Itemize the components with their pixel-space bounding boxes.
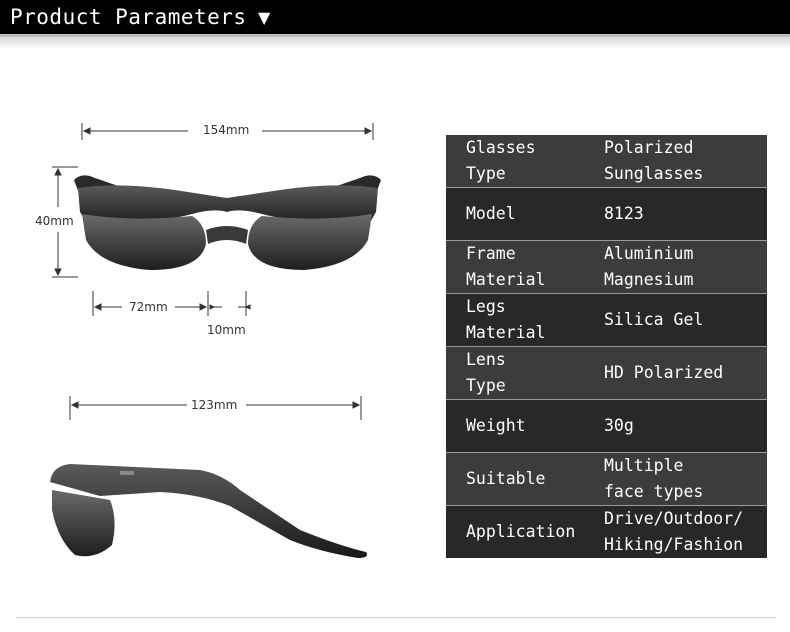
spec-value: Multiple face types <box>604 456 704 501</box>
glasses-side-view <box>50 464 367 558</box>
spec-label: Model <box>466 204 516 223</box>
bottom-divider <box>16 617 776 618</box>
bridge-dimension-line <box>209 291 251 316</box>
spec-label: Weight <box>466 416 526 435</box>
spec-row: Weight 30g <box>446 399 767 452</box>
spec-row: Frame Material Aluminium Magnesium <box>446 240 767 293</box>
specs-table: Glasses Type Polarized Sunglasses Model … <box>446 135 767 558</box>
spec-row: Lens Type HD Polarized <box>446 346 767 399</box>
spec-value: HD Polarized <box>604 363 724 382</box>
spec-value: Drive/Outdoor/ Hiking/Fashion <box>604 509 744 554</box>
total-width-label: 154mm <box>203 123 250 137</box>
spec-row: Glasses Type Polarized Sunglasses <box>446 135 767 187</box>
spec-value: 30g <box>604 416 634 435</box>
spec-row: Application Drive/Outdoor/ Hiking/Fashio… <box>446 505 767 558</box>
spec-label: Lens Type <box>466 350 506 395</box>
glasses-front-view <box>74 175 381 270</box>
spec-label: Legs Material <box>466 297 546 342</box>
lens-width-label: 72mm <box>129 300 168 314</box>
height-label: 40mm <box>35 214 74 228</box>
bridge-width-label: 10mm <box>207 323 246 337</box>
spec-value: Aluminium Magnesium <box>604 244 694 289</box>
spec-label: Suitable <box>466 469 546 488</box>
spec-label: Application <box>466 522 576 541</box>
spec-value: 8123 <box>604 204 644 223</box>
spec-label: Frame Material <box>466 244 546 289</box>
spec-row: Suitable Multiple face types <box>446 452 767 505</box>
temple-length-label: 123mm <box>191 398 238 412</box>
spec-row: Model 8123 <box>446 187 767 240</box>
spec-row: Legs Material Silica Gel <box>446 293 767 346</box>
spec-value: Silica Gel <box>604 310 704 329</box>
spec-label: Glasses Type <box>466 138 536 183</box>
spec-value: Polarized Sunglasses <box>604 138 704 183</box>
